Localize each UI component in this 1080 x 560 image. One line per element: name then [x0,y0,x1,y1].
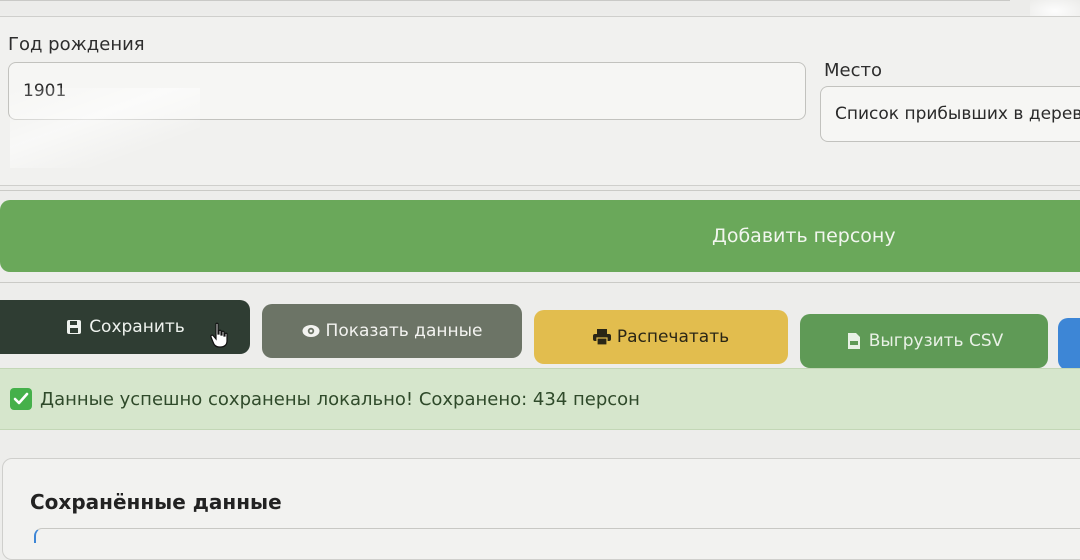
show-data-button[interactable]: Показать данные [262,304,522,358]
success-message: Данные успешно сохранены локально! Сохра… [40,388,640,410]
show-data-label: Показать данные [325,321,483,341]
top-strip [0,0,1080,14]
place-value: Список прибывших в деревн [835,104,1080,124]
add-person-button[interactable]: Добавить персону [0,200,1080,272]
floppy-disk-icon [65,318,83,336]
birth-year-label: Год рождения [8,34,145,55]
save-label: Сохранить [89,317,185,337]
success-alert: Данные успешно сохранены локально! Сохра… [0,368,1080,430]
birth-year-input[interactable]: 1901 [8,62,806,120]
section-divider [0,190,1080,191]
export-csv-label: Выгрузить CSV [868,331,1004,351]
section-divider-2 [0,282,1080,283]
eye-icon [302,322,320,340]
hand-pointer-icon [210,322,228,348]
place-label: Место [824,60,882,81]
print-label: Распечатать [616,327,730,347]
saved-data-panel-edge [34,528,1080,543]
csv-file-icon [845,332,863,350]
birth-year-value: 1901 [23,81,67,101]
printer-icon [592,328,611,346]
top-divider [0,0,1010,1]
check-mark-icon [10,388,32,410]
export-csv-button[interactable]: Выгрузить CSV [800,314,1048,368]
add-person-label: Добавить персону [712,225,896,247]
saved-data-title: Сохранённые данные [30,490,282,514]
place-input[interactable]: Список прибывших в деревн [820,86,1080,142]
more-action-button[interactable] [1058,318,1080,370]
print-button[interactable]: Распечатать [534,310,788,364]
